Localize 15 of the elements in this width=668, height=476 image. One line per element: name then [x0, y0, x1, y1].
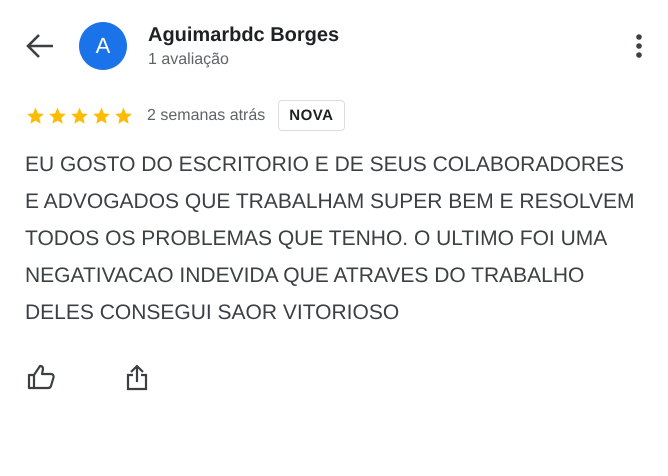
star-icon	[91, 106, 112, 126]
review-count: 1 avaliação	[148, 50, 230, 68]
star-icon	[69, 106, 90, 126]
reviewer-name: Aguimarbdc Borges	[148, 24, 340, 46]
review-text: EU GOSTO DO ESCRITORIO E DE SEUS COLABORADORES E ADVOGADOS QUE TRABALHAM SUPER BEM E RESOLVEM TODOS OS PROBLEMAS QUE TENHO. O ULTIMO FOI UMA NEGATIVACAO INDEVIDA QUE ATRAVES DO TRABALHO DELES CONSEGUI SAOR VITORIOSO	[25, 152, 635, 326]
new-badge: NOVA	[278, 100, 345, 131]
avatar: A	[79, 22, 127, 70]
like-button[interactable]	[27, 363, 55, 391]
star-icon	[113, 106, 134, 126]
more-options-button[interactable]	[635, 33, 643, 59]
star-icon	[25, 106, 46, 126]
review-time: 2 semanas atrás	[147, 106, 266, 124]
back-button[interactable]	[25, 33, 55, 59]
share-button[interactable]	[125, 363, 149, 391]
star-icon	[47, 106, 68, 126]
